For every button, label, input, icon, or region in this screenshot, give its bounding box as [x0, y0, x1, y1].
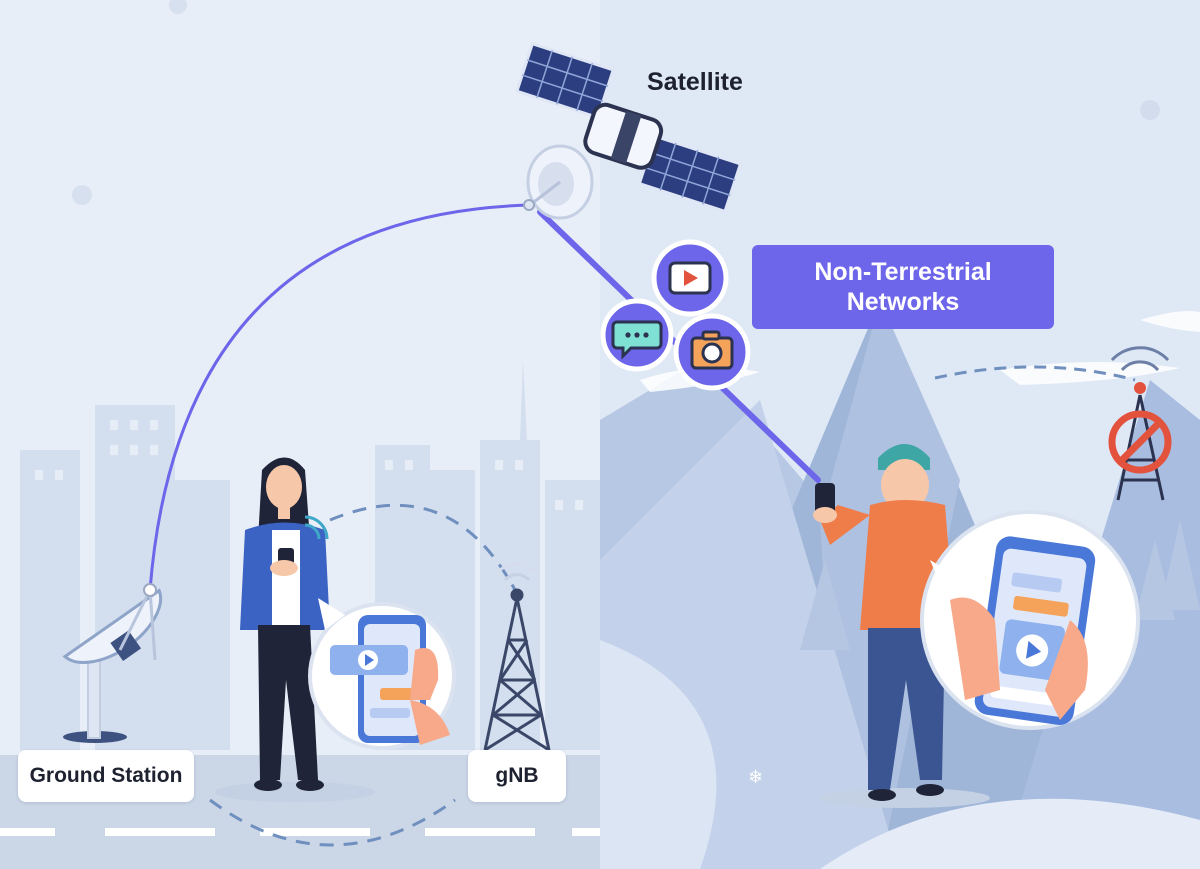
- ntn-label-line1: Non-Terrestrial: [814, 258, 992, 286]
- man-phone-zoom: [920, 510, 1140, 730]
- ground-station-label: Ground Station: [18, 750, 194, 802]
- chat-bubble-icon: [600, 298, 674, 372]
- ntn-label-box: Non-Terrestrial Networks: [752, 245, 1054, 329]
- ntn-label-line2: Networks: [846, 288, 960, 316]
- ntn-illustration: ❄ Satellite Non-Terrestrial Networks Gro…: [0, 0, 1200, 869]
- svg-text:❄: ❄: [748, 767, 763, 787]
- camera-icon: [673, 313, 751, 391]
- satellite-label: Satellite: [647, 68, 743, 96]
- play-video-icon: [651, 239, 729, 317]
- gnb-label: gNB: [468, 750, 566, 802]
- illustration-canvas: ❄: [0, 0, 1200, 869]
